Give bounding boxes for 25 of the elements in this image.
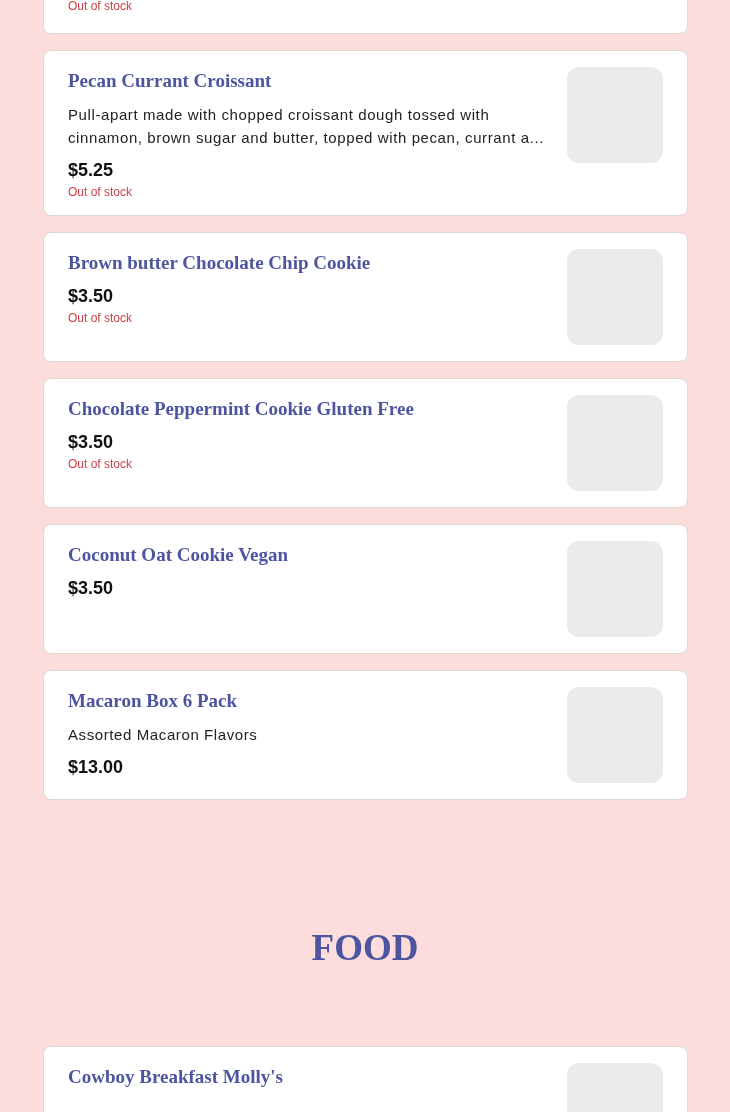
item-description: Assorted Macaron Flavors — [68, 725, 259, 745]
item-name: Chocolate Peppermint Cookie Gluten Free — [68, 397, 415, 421]
menu-item-card[interactable]: Coconut Oat Cookie Vegan $3.50 — [43, 524, 688, 654]
item-name: Brown butter Chocolate Chip Cookie — [68, 251, 372, 275]
item-name: Coconut Oat Cookie Vegan — [68, 543, 290, 567]
menu-item-card[interactable]: Brown butter Chocolate Chip Cookie $3.50 Out of stock — [43, 232, 688, 362]
item-price: $3.50 — [68, 431, 115, 453]
item-price: $5.25 — [68, 159, 115, 181]
stock-status: Out of stock — [68, 185, 134, 199]
item-name: Cowboy Breakfast Molly's — [68, 1065, 284, 1089]
menu-item-card[interactable]: Cowboy Breakfast Molly's — [43, 1046, 688, 1112]
item-price: $13.00 — [68, 756, 125, 778]
menu-item-card[interactable]: Out of stock — [43, 0, 688, 34]
item-name: Pecan Currant Croissant — [68, 69, 273, 93]
stock-status: Out of stock — [68, 311, 134, 325]
stock-status: Out of stock — [68, 0, 134, 13]
menu-item-card[interactable]: Macaron Box 6 Pack Assorted Macaron Flavors $13.00 — [43, 670, 688, 800]
item-description: Pull-apart made with chopped croissant dough tossed with cinnamon, brown sugar and butter, topped with pecan, currant a... — [68, 105, 545, 148]
menu-item-card[interactable]: Chocolate Peppermint Cookie Gluten Free $3.50 Out of stock — [43, 378, 688, 508]
stock-status: Out of stock — [68, 457, 134, 471]
item-price: $3.50 — [68, 285, 115, 307]
menu-item-card[interactable]: Pecan Currant Croissant Pull-apart made with chopped croissant dough tossed with cinnamon, brown sugar and butter, topped with pecan, currant a... $5.25 Out of stock — [43, 50, 688, 216]
item-name: Macaron Box 6 Pack — [68, 689, 239, 713]
item-price: $3.50 — [68, 577, 115, 599]
section-heading: FOOD — [310, 926, 420, 970]
